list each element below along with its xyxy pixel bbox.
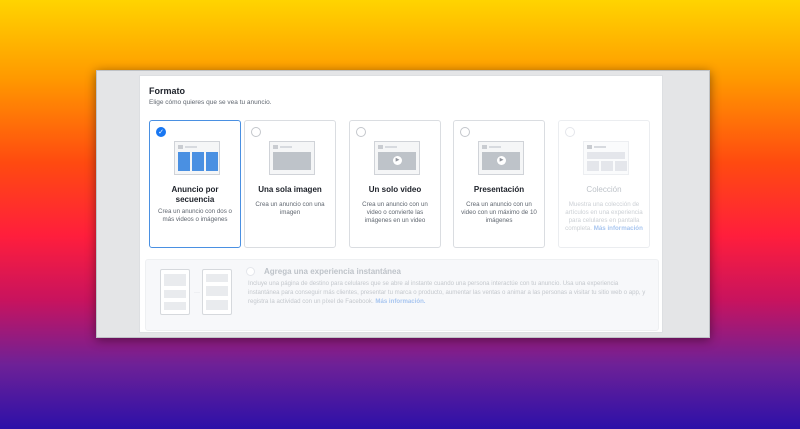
card-description: Crea un anuncio con un video con un máxi… <box>461 201 537 224</box>
card-title: Una sola imagen <box>258 185 322 194</box>
card-title: Anuncio por secuencia <box>171 185 219 204</box>
image-thumbnail <box>269 141 315 175</box>
play-icon: ▶ <box>393 155 402 165</box>
section-title: Formato <box>149 86 185 96</box>
instant-experience-section: ··· Agrega una experiencia instantánea I… <box>145 259 659 331</box>
video-thumbnail: ▶ <box>374 141 420 175</box>
play-icon: ▶ <box>497 155 506 165</box>
instant-experience-description: Incluye una página de destino para celul… <box>248 280 646 305</box>
instant-experience-title: Agrega una experiencia instantánea <box>264 267 401 276</box>
carousel-thumbnail <box>174 141 220 175</box>
phone-mockup-icon <box>202 269 232 315</box>
radio-button[interactable] <box>251 127 261 137</box>
card-description: Muestra una colección de artículos en un… <box>565 201 643 232</box>
phone-mockup-icon <box>160 269 190 315</box>
card-description: Crea un anuncio con un video o convierte… <box>362 201 428 224</box>
card-title: Presentación <box>473 185 525 194</box>
format-card-carousel[interactable]: ✓ Anuncio por secuencia Crea un anuncio … <box>149 120 241 248</box>
card-description: Crea un anuncio con una imagen <box>255 201 325 216</box>
instant-experience-checkbox[interactable] <box>246 267 255 276</box>
ellipsis-icon: ··· <box>194 290 200 296</box>
format-panel: Formato Elige cómo quieres que se vea tu… <box>139 75 663 333</box>
format-card-single-video[interactable]: ▶ Un solo video Crea un anuncio con un v… <box>349 120 441 248</box>
radio-button <box>565 127 575 137</box>
radio-button[interactable] <box>460 127 470 137</box>
collection-thumbnail <box>583 141 629 175</box>
section-subtitle: Elige cómo quieres que se vea tu anuncio… <box>149 99 272 106</box>
check-icon[interactable]: ✓ <box>156 127 166 137</box>
format-card-collection: Colección Muestra una colección de artíc… <box>558 120 650 248</box>
card-description: Crea un anuncio con dos o más videos o i… <box>158 208 232 223</box>
format-card-slideshow[interactable]: ▶ Presentación Crea un anuncio con un vi… <box>453 120 545 248</box>
more-info-link[interactable]: Más información. <box>375 298 425 305</box>
more-info-link[interactable]: Más información <box>594 225 643 232</box>
card-title: Colección <box>586 185 622 194</box>
slideshow-thumbnail: ▶ <box>478 141 524 175</box>
window-frame: Formato Elige cómo quieres que se vea tu… <box>96 70 710 338</box>
radio-button[interactable] <box>356 127 366 137</box>
card-title: Un solo video <box>368 185 422 194</box>
format-card-single-image[interactable]: Una sola imagen Crea un anuncio con una … <box>244 120 336 248</box>
